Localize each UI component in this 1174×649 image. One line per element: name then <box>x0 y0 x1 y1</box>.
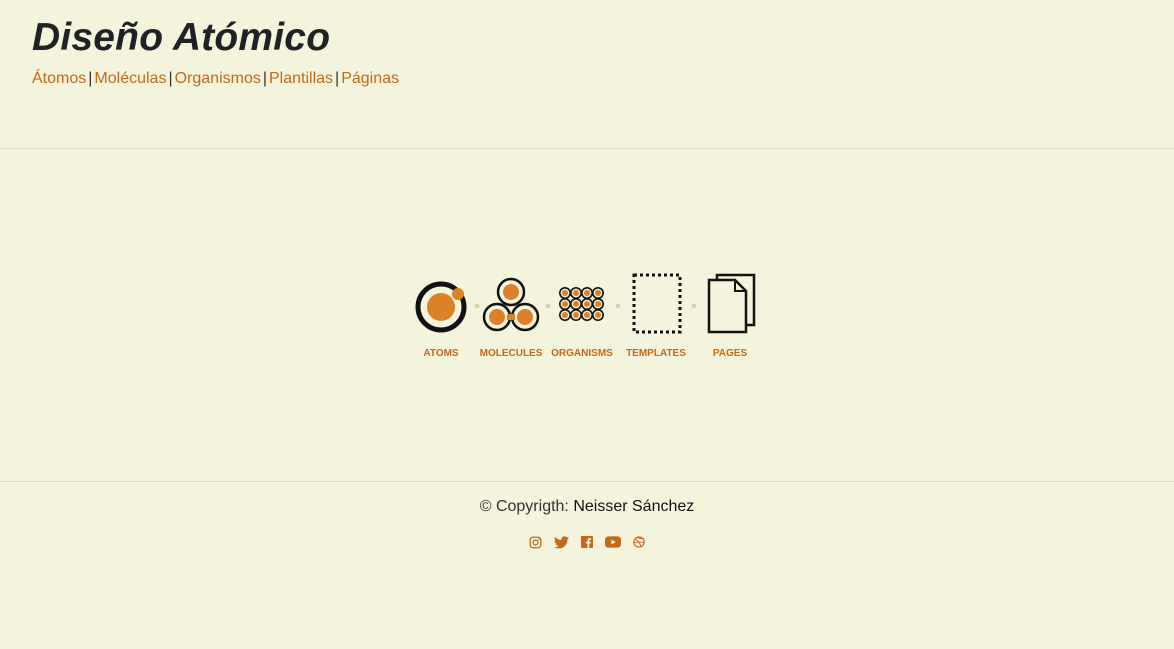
atomic-design-graphic: ATOMS MOLECULES ORGANISMS TEMPLATES PAGE… <box>415 273 756 359</box>
stage-label-templates: TEMPLATES <box>626 348 686 359</box>
copyright-prefix: © Copyrigth: <box>479 498 569 515</box>
organism-cell-core <box>562 301 568 307</box>
stage-label-organisms: ORGANISMS <box>551 348 613 359</box>
arrow-dot <box>691 303 697 309</box>
nav-link-plantillas[interactable]: Plantillas <box>269 70 333 87</box>
organism-cell-core <box>584 290 590 296</box>
nav-separator: | <box>168 70 173 87</box>
stage-label-molecules: MOLECULES <box>480 348 543 359</box>
organism-cell-core <box>584 301 590 307</box>
copyright-text: © Copyrigth: Neisser Sánchez <box>0 498 1174 516</box>
organism-cell-core <box>595 290 601 296</box>
arrow-dot <box>545 303 551 309</box>
organism-cell-core <box>573 312 579 318</box>
organism-cell-core <box>562 290 568 296</box>
organism-cell-core <box>573 301 579 307</box>
stage-label-atoms: ATOMS <box>423 348 459 359</box>
main-nav: Átomos | Moléculas | Organismos | Plantillas | P… <box>32 70 399 88</box>
instagram-icon[interactable] <box>527 534 543 550</box>
footer-divider <box>0 481 1174 482</box>
site-header: Diseño Atómico Átomos | Moléculas | Organism… <box>32 14 399 88</box>
atom-icon <box>415 281 467 333</box>
template-icon <box>632 273 682 334</box>
nav-link-atomos[interactable]: Átomos <box>32 70 86 87</box>
header-divider <box>0 148 1174 149</box>
page-title: Diseño Atómico <box>32 16 331 59</box>
organism-cell-core <box>562 312 568 318</box>
arrow-dot <box>474 303 480 309</box>
youtube-icon[interactable] <box>605 534 621 550</box>
atomic-design-diagram: ATOMS MOLECULES ORGANISMS TEMPLATES PAGE… <box>410 268 762 368</box>
nav-separator: | <box>262 70 267 87</box>
organism-cell-core <box>595 312 601 318</box>
pages-icon <box>707 273 756 334</box>
organism-cell-core <box>573 290 579 296</box>
nav-separator: | <box>335 70 340 87</box>
organism-icon <box>559 286 605 321</box>
organism-cell-core <box>584 312 590 318</box>
nav-separator: | <box>88 70 93 87</box>
arrow-dot <box>615 303 621 309</box>
organism-cell-core <box>595 301 601 307</box>
site-footer: © Copyrigth: Neisser Sánchez <box>0 498 1174 550</box>
nav-link-paginas[interactable]: Páginas <box>341 70 399 87</box>
author-name: Neisser Sánchez <box>573 498 695 515</box>
stage-label-pages: PAGES <box>713 348 748 359</box>
facebook-icon[interactable] <box>579 534 595 550</box>
molecule-icon <box>482 277 540 332</box>
social-links <box>0 534 1174 550</box>
nav-link-organismos[interactable]: Organismos <box>175 70 261 87</box>
dribbble-icon[interactable] <box>631 534 647 550</box>
nav-link-moleculas[interactable]: Moléculas <box>94 70 166 87</box>
twitter-icon[interactable] <box>553 534 569 550</box>
